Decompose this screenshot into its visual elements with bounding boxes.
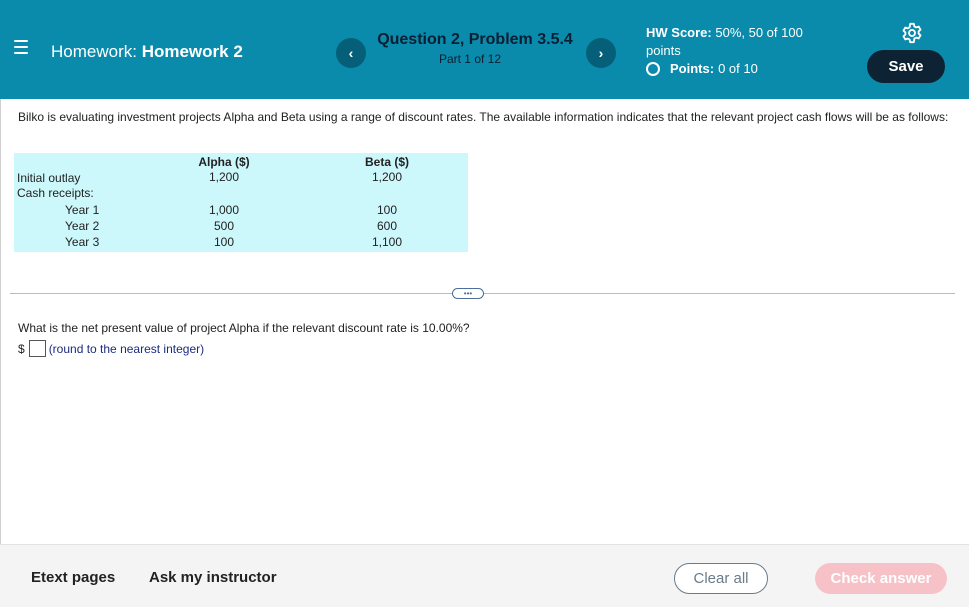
alpha-year-3: 100 [213,235,235,249]
footer-bar: Etext pages Ask my instructor Clear all … [0,544,969,607]
answer-row: $ (round to the nearest integer) [18,340,204,357]
answer-hint: (round to the nearest integer) [48,341,205,356]
alpha-initial-outlay: 1,200 [208,170,240,184]
expand-more-button[interactable]: ••• [452,288,484,299]
hw-score-unit: points [646,43,681,58]
question-text: What is the net present value of project… [18,321,470,335]
homework-title: Homework: Homework 2 [51,42,243,62]
ask-instructor-link[interactable]: Ask my instructor [149,569,277,586]
hamburger-menu-icon[interactable] [14,40,28,54]
alpha-year-1: 1,000 [208,203,240,217]
homework-name: Homework 2 [141,42,243,61]
beta-year-2: 600 [376,219,398,233]
points-label: Points: [670,61,715,76]
row-label-initial-outlay: Initial outlay [17,171,81,185]
top-bar: Homework: Homework 2 ‹ Question 2, Probl… [0,0,969,99]
hw-score-label: HW Score: [646,25,712,40]
chevron-right-icon: › [598,45,604,61]
chevron-left-icon: ‹ [348,45,354,61]
hw-score: HW Score: 50%, 50 of 100 [646,25,803,40]
gear-icon[interactable] [901,22,923,44]
homework-title-prefix: Homework: [51,42,137,61]
frame-divider [0,99,1,544]
row-label-year-3: Year 3 [65,235,100,249]
cash-flow-table: Alpha ($) Beta ($) 1,200 1,200 Initial o… [14,153,468,252]
npv-answer-input[interactable] [28,340,46,357]
points-value: 0 of 10 [718,61,758,76]
beta-initial-outlay: 1,200 [371,170,403,184]
beta-year-1: 100 [376,203,398,217]
previous-question-button[interactable]: ‹ [336,38,366,68]
row-label-year-1: Year 1 [65,203,100,217]
row-label-year-2: Year 2 [65,219,100,233]
question-points: Points: 0 of 10 [646,61,758,76]
column-header-beta: Beta ($) [364,155,409,169]
next-question-button[interactable]: › [586,38,616,68]
save-button[interactable]: Save [867,50,945,83]
row-label-cash-receipts: Cash receipts: [17,186,94,200]
question-title: Question 2, Problem 3.5.4 [377,31,573,48]
problem-intro: Bilko is evaluating investment projects … [18,110,949,124]
hw-score-value: 50%, 50 of 100 [715,25,803,40]
column-header-alpha: Alpha ($) [198,155,250,169]
currency-symbol: $ [18,341,25,356]
check-answer-button[interactable]: Check answer [815,563,947,594]
clear-all-button[interactable]: Clear all [674,563,768,594]
question-part: Part 1 of 12 [438,52,502,66]
etext-pages-link[interactable]: Etext pages [31,569,115,586]
alpha-year-2: 500 [213,219,235,233]
beta-year-3: 1,100 [371,235,403,249]
circle-icon [646,61,660,76]
